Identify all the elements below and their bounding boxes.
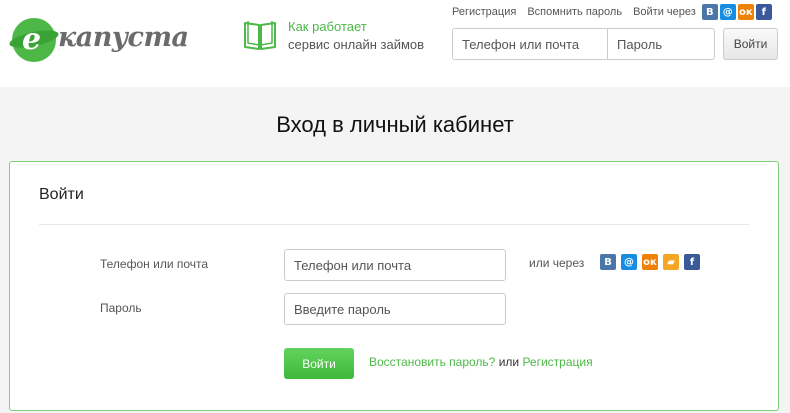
register-link[interactable]: Регистрация — [452, 6, 516, 18]
how-it-works[interactable]: Как работает сервис онлайн займов — [243, 18, 424, 54]
header-login-button[interactable]: Войти — [723, 28, 778, 60]
login-panel: Войти Телефон или почта Пароль или через… — [9, 161, 779, 411]
ok-icon[interactable]: ок — [642, 254, 658, 270]
login-via-label: Войти через — [633, 6, 696, 18]
or-via-label: или через — [529, 256, 585, 270]
panel-title: Войти — [39, 186, 84, 203]
remind-password-link[interactable]: Вспомнить пароль — [527, 6, 622, 18]
how-it-works-subtitle[interactable]: сервис онлайн займов — [288, 36, 424, 54]
mail-icon[interactable]: @ — [621, 254, 637, 270]
or-text: или — [495, 355, 523, 369]
logo-letter: e — [22, 22, 42, 57]
header-password-input[interactable] — [608, 29, 714, 59]
page-title: Вход в личный кабинет — [276, 112, 514, 137]
phone-input[interactable] — [284, 249, 506, 281]
logo[interactable]: e капуста — [12, 18, 189, 62]
mail-icon[interactable]: @ — [719, 4, 736, 20]
top-links: Регистрация Вспомнить пароль Войти через… — [452, 4, 774, 20]
divider — [39, 224, 749, 225]
password-input[interactable] — [284, 293, 506, 325]
yandex-money-icon[interactable]: ▰ — [663, 254, 679, 270]
ok-icon[interactable]: ок — [737, 4, 754, 20]
facebook-icon[interactable]: f — [684, 254, 700, 270]
social-login-icons: В @ ок ▰ f — [600, 254, 705, 270]
auth-links: Восстановить пароль? или Регистрация — [369, 355, 593, 369]
password-label: Пароль — [100, 301, 142, 315]
restore-password-link[interactable]: Восстановить пароль? — [369, 355, 495, 369]
how-it-works-title[interactable]: Как работает — [288, 18, 424, 36]
register-link-bottom[interactable]: Регистрация — [522, 355, 592, 369]
header-login-form — [452, 28, 715, 60]
header: e капуста Как работает сервис онлайн зай… — [0, 0, 790, 87]
phone-label: Телефон или почта — [100, 257, 209, 271]
logo-text: капуста — [58, 22, 189, 53]
vk-icon[interactable]: В — [701, 4, 718, 20]
book-icon — [244, 21, 276, 50]
facebook-icon[interactable]: f — [755, 4, 772, 20]
how-it-works-text: Как работает сервис онлайн займов — [288, 18, 424, 54]
login-button[interactable]: Войти — [284, 348, 354, 379]
header-phone-input[interactable] — [453, 29, 608, 59]
vk-icon[interactable]: В — [600, 254, 616, 270]
